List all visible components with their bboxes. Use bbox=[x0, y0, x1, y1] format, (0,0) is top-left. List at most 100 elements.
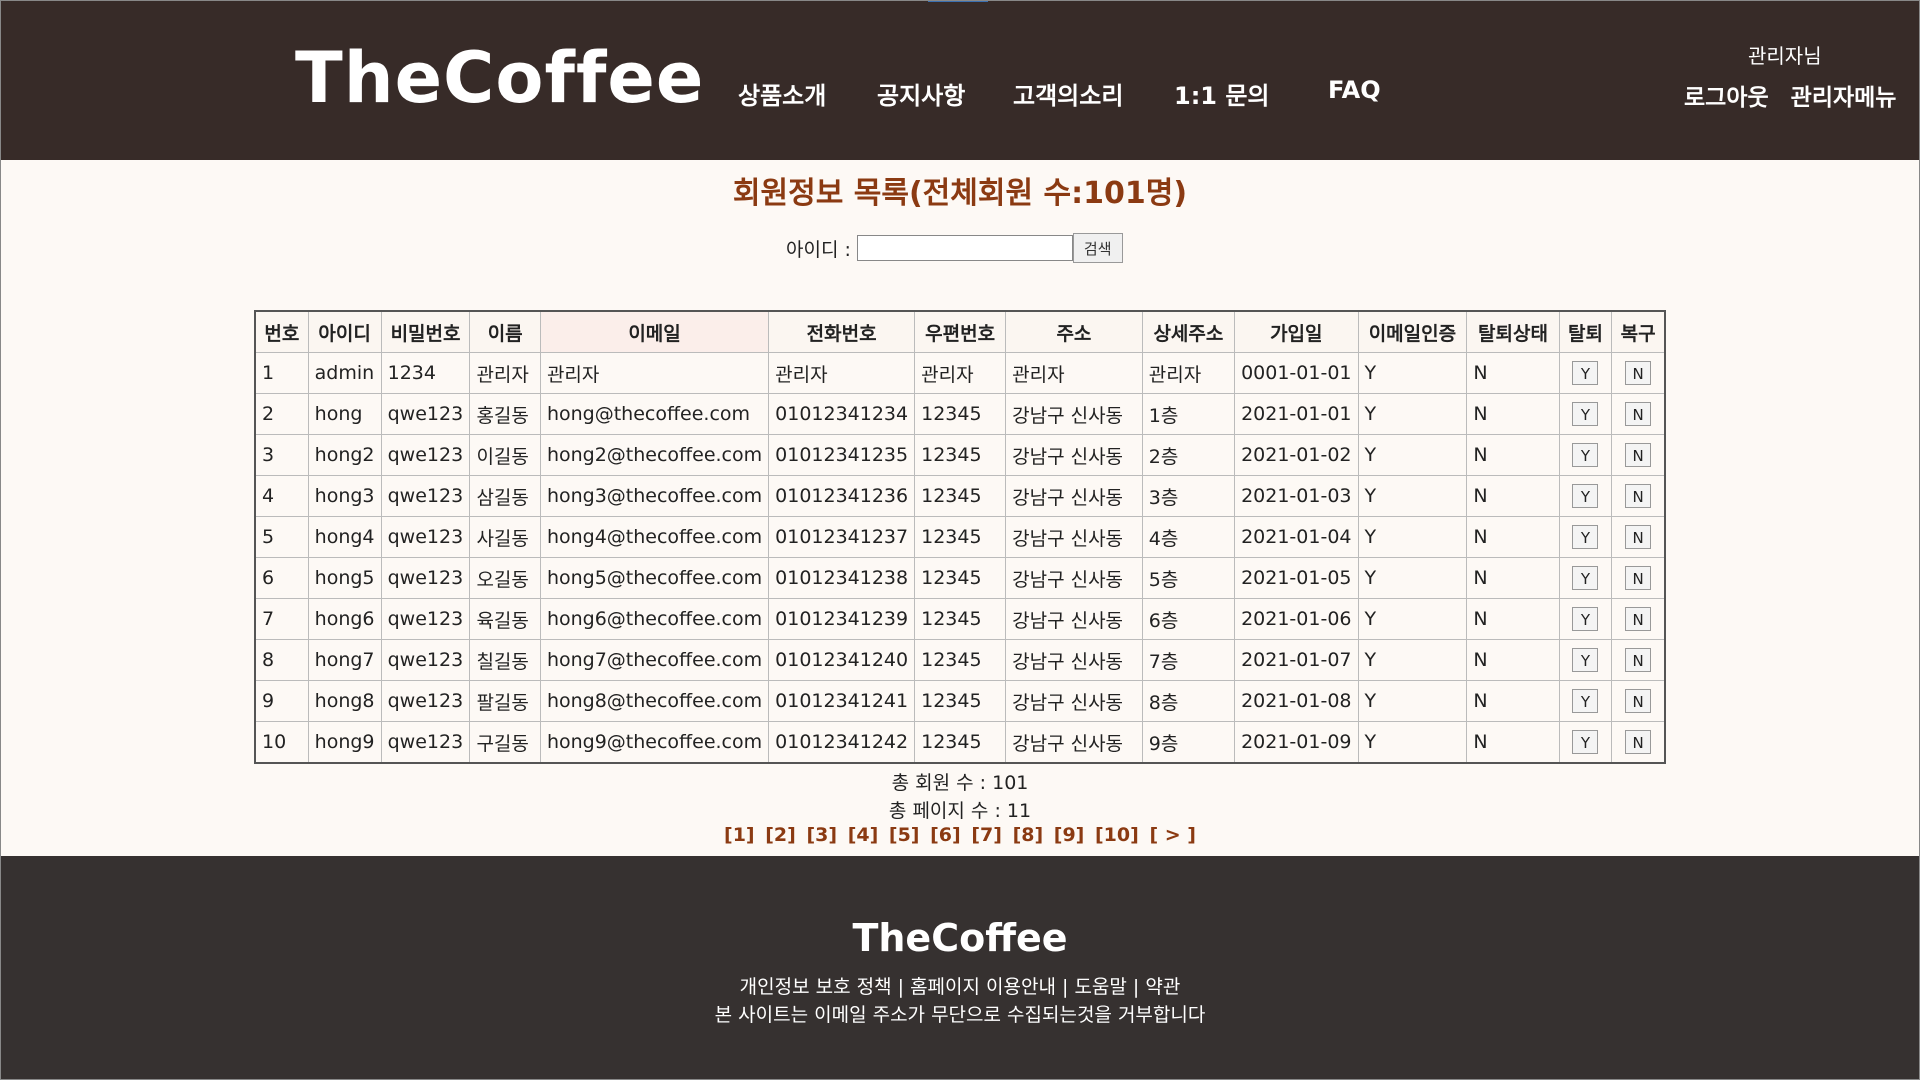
restore-button-cell: N bbox=[1611, 475, 1666, 517]
cell-email-verified: Y bbox=[1357, 516, 1468, 558]
cell-phone: 01012341236 bbox=[768, 475, 916, 517]
restore-button[interactable]: N bbox=[1625, 402, 1652, 426]
cell-email-verified: Y bbox=[1357, 598, 1468, 640]
help-link[interactable]: 도움말 bbox=[1074, 976, 1126, 998]
withdraw-button-cell: Y bbox=[1558, 639, 1613, 681]
nav-customer-voice[interactable]: 고객의소리 bbox=[1013, 76, 1123, 111]
page-link[interactable]: [7] bbox=[971, 824, 1002, 846]
withdraw-button[interactable]: Y bbox=[1572, 484, 1599, 508]
restore-button[interactable]: N bbox=[1625, 443, 1652, 467]
search-button[interactable]: 검색 bbox=[1072, 233, 1123, 263]
cell-name: 홍길동 bbox=[469, 393, 541, 435]
footer-separator: | bbox=[1126, 976, 1146, 998]
col-password: 비밀번호 bbox=[380, 310, 471, 353]
col-withdraw: 탈퇴 bbox=[1558, 310, 1613, 353]
cell-withdrawn-status: N bbox=[1466, 680, 1560, 722]
cell-password: qwe123 bbox=[380, 557, 471, 599]
cell-address: 강남구 신사동 bbox=[1005, 475, 1143, 517]
page-link[interactable]: [1] bbox=[724, 824, 755, 846]
cell-withdrawn-status: N bbox=[1466, 598, 1560, 640]
cell-zip: 12345 bbox=[914, 475, 1007, 517]
restore-button[interactable]: N bbox=[1625, 525, 1652, 549]
col-withdrawn-status: 탈퇴상태 bbox=[1466, 310, 1560, 353]
page-link[interactable]: [6] bbox=[930, 824, 961, 846]
page-link[interactable]: [8] bbox=[1013, 824, 1044, 846]
cell-address-detail: 2층 bbox=[1141, 434, 1236, 476]
withdraw-button[interactable]: Y bbox=[1572, 361, 1599, 385]
restore-button[interactable]: N bbox=[1625, 361, 1652, 385]
total-members: 총 회원 수 : 101 bbox=[891, 772, 1029, 794]
cell-address-detail: 관리자 bbox=[1141, 352, 1236, 394]
withdraw-button[interactable]: Y bbox=[1572, 566, 1599, 590]
withdraw-button[interactable]: Y bbox=[1572, 730, 1599, 754]
cell-withdrawn-status: N bbox=[1466, 721, 1560, 764]
restore-button[interactable]: N bbox=[1625, 648, 1652, 672]
cell-address: 강남구 신사동 bbox=[1005, 721, 1143, 764]
footer-separator: | bbox=[1055, 976, 1075, 998]
withdraw-button[interactable]: Y bbox=[1572, 443, 1599, 467]
site-header: TheCoffee 상품소개 공지사항 고객의소리 1:1 문의 FAQ 관리자… bbox=[0, 0, 1920, 160]
restore-button[interactable]: N bbox=[1625, 689, 1652, 713]
withdraw-button[interactable]: Y bbox=[1572, 689, 1599, 713]
col-email-verified: 이메일인증 bbox=[1357, 310, 1468, 353]
cell-zip: 12345 bbox=[914, 434, 1007, 476]
withdraw-button-cell: Y bbox=[1558, 680, 1613, 722]
site-guide-link[interactable]: 홈페이지 이용안내 bbox=[910, 976, 1056, 998]
col-restore: 복구 bbox=[1611, 310, 1666, 353]
cell-join-date: 2021-01-05 bbox=[1234, 557, 1359, 599]
cell-password: qwe123 bbox=[380, 393, 471, 435]
page-link[interactable]: [10] bbox=[1095, 824, 1139, 846]
privacy-policy-link[interactable]: 개인정보 보호 정책 bbox=[740, 976, 892, 998]
table-row: 6 hong5 qwe123 오길동 hong5@thecoffee.com 010123… bbox=[254, 557, 1666, 599]
terms-link[interactable]: 약관 bbox=[1145, 976, 1180, 998]
nav-products[interactable]: 상품소개 bbox=[738, 76, 826, 111]
cell-address: 강남구 신사동 bbox=[1005, 516, 1143, 558]
page-link[interactable]: [2] bbox=[765, 824, 796, 846]
site-logo[interactable]: TheCoffee bbox=[295, 36, 704, 120]
restore-button[interactable]: N bbox=[1625, 730, 1652, 754]
col-phone: 전화번호 bbox=[768, 310, 916, 353]
col-address-detail: 상세주소 bbox=[1141, 310, 1236, 353]
cell-email: hong8@thecoffee.com bbox=[539, 680, 770, 722]
cell-email-verified: Y bbox=[1357, 434, 1468, 476]
logout-link[interactable]: 로그아웃 bbox=[1684, 85, 1769, 111]
nav-one-to-one[interactable]: 1:1 문의 bbox=[1174, 76, 1270, 111]
withdraw-button-cell: Y bbox=[1558, 393, 1613, 435]
table-row: 10 hong9 qwe123 구길동 hong9@thecoffee.com 01012… bbox=[254, 721, 1666, 764]
cell-number: 2 bbox=[254, 393, 309, 435]
cell-zip: 12345 bbox=[914, 639, 1007, 681]
col-join-date: 가입일 bbox=[1234, 310, 1359, 353]
pagination: [1] [2] [3] [4] [5] [6] [7] [8] [9] [10]… bbox=[0, 824, 1920, 846]
cell-email: hong2@thecoffee.com bbox=[539, 434, 770, 476]
withdraw-button-cell: Y bbox=[1558, 557, 1613, 599]
cell-phone: 01012341238 bbox=[768, 557, 916, 599]
page-link[interactable]: [5] bbox=[889, 824, 920, 846]
nav-faq[interactable]: FAQ bbox=[1328, 76, 1381, 104]
cell-number: 4 bbox=[254, 475, 309, 517]
restore-button-cell: N bbox=[1611, 680, 1666, 722]
cell-password: qwe123 bbox=[380, 598, 471, 640]
withdraw-button[interactable]: Y bbox=[1572, 607, 1599, 631]
footer-links: 개인정보 보호 정책 | 홈페이지 이용안내 | 도움말 | 약관 bbox=[0, 972, 1920, 999]
admin-menu-link[interactable]: 관리자메뉴 bbox=[1791, 85, 1897, 111]
withdraw-button[interactable]: Y bbox=[1572, 648, 1599, 672]
cell-address: 강남구 신사동 bbox=[1005, 598, 1143, 640]
restore-button[interactable]: N bbox=[1625, 607, 1652, 631]
col-email: 이메일 bbox=[539, 310, 770, 353]
cell-name: 칠길동 bbox=[469, 639, 541, 681]
cell-number: 3 bbox=[254, 434, 309, 476]
footer-note: 본 사이트는 이메일 주소가 무단으로 수집되는것을 거부합니다 bbox=[714, 1004, 1206, 1026]
withdraw-button-cell: Y bbox=[1558, 352, 1613, 394]
withdraw-button[interactable]: Y bbox=[1572, 525, 1599, 549]
restore-button[interactable]: N bbox=[1625, 484, 1652, 508]
withdraw-button[interactable]: Y bbox=[1572, 402, 1599, 426]
page-link[interactable]: [9] bbox=[1054, 824, 1085, 846]
next-page-link[interactable]: [ > ] bbox=[1149, 824, 1196, 846]
cell-withdrawn-status: N bbox=[1466, 639, 1560, 681]
page-link[interactable]: [3] bbox=[806, 824, 837, 846]
nav-notices[interactable]: 공지사항 bbox=[877, 76, 965, 111]
page-link[interactable]: [4] bbox=[848, 824, 879, 846]
cell-phone: 01012341241 bbox=[768, 680, 916, 722]
restore-button[interactable]: N bbox=[1625, 566, 1652, 590]
search-input[interactable] bbox=[856, 235, 1073, 261]
